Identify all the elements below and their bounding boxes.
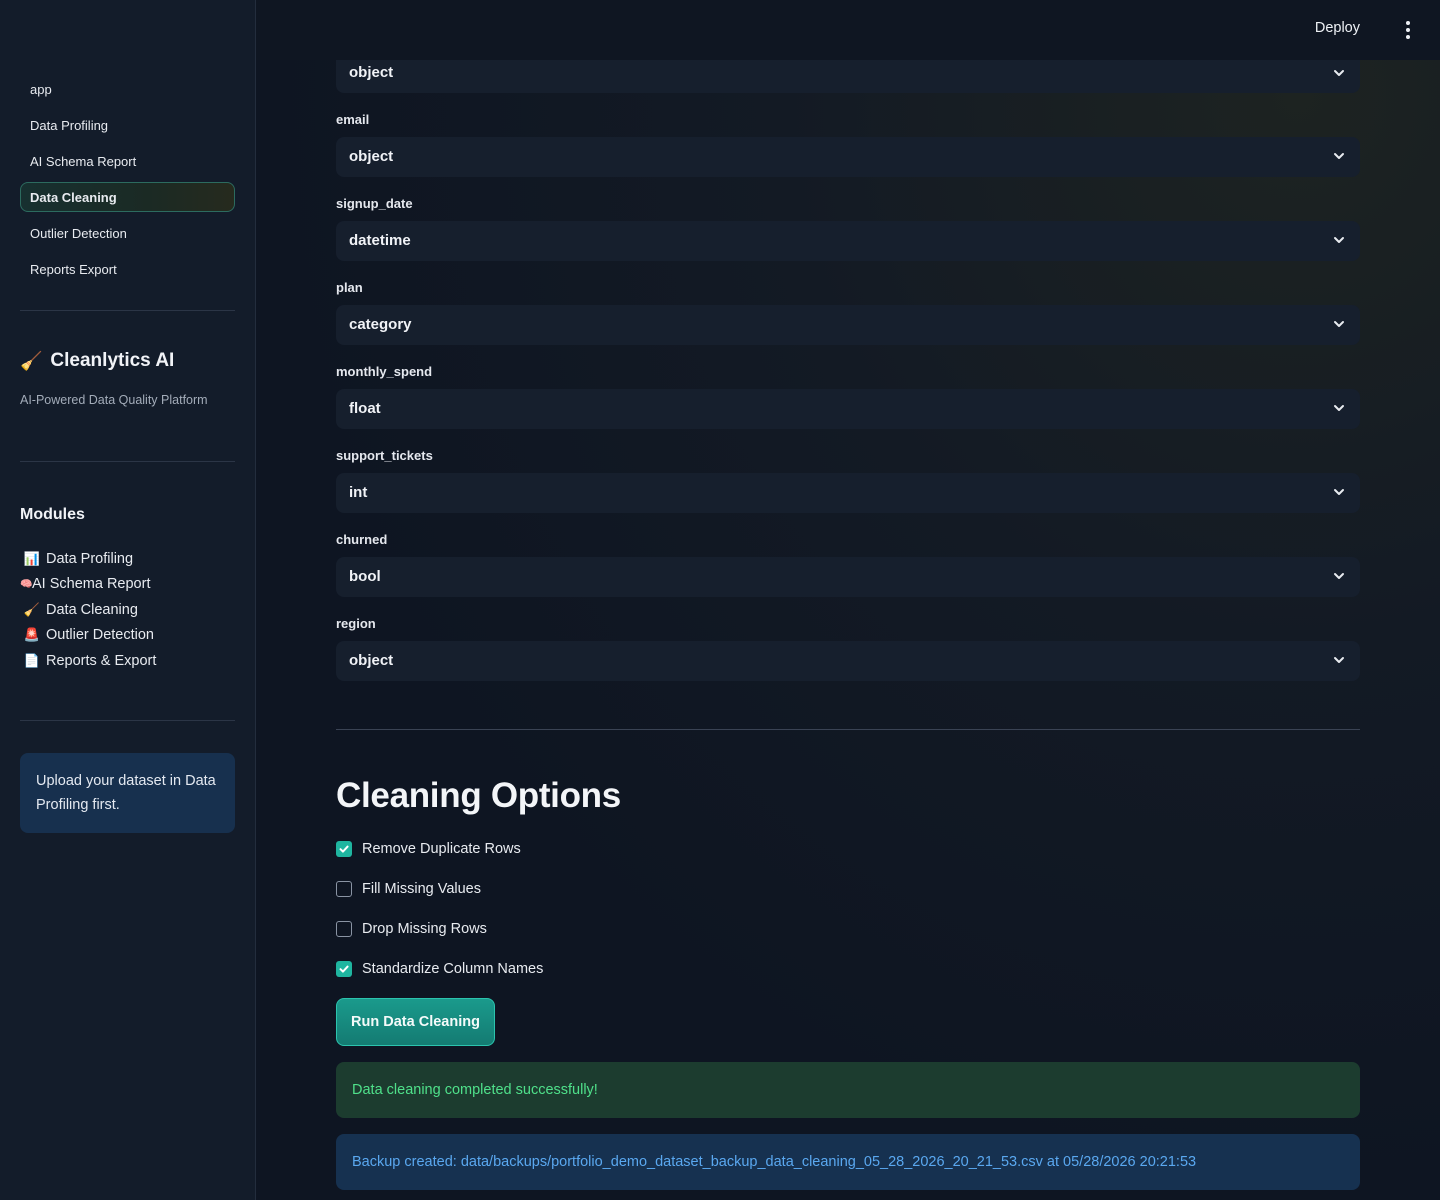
upload-info-box: Upload your dataset in Data Profiling fi…: [20, 753, 235, 833]
chevron-down-icon: [1332, 569, 1346, 583]
success-alert: Data cleaning completed successfully!: [336, 1062, 1360, 1118]
chevron-down-icon: [1332, 66, 1346, 80]
module-label: AI Schema Report: [32, 576, 151, 593]
option-label: Remove Duplicate Rows: [362, 841, 521, 857]
sidebar-item-reports-export[interactable]: Reports Export: [20, 254, 235, 284]
select-signup-date[interactable]: datetime: [336, 221, 1360, 261]
sidebar-divider: [20, 461, 235, 462]
sidebar-item-ai-schema-report[interactable]: AI Schema Report: [20, 146, 235, 176]
module-label: Reports & Export: [46, 652, 157, 669]
option-fill-missing[interactable]: Fill Missing Values: [336, 881, 481, 897]
select-value: int: [349, 484, 368, 501]
option-remove-duplicates[interactable]: Remove Duplicate Rows: [336, 841, 521, 857]
option-label: Drop Missing Rows: [362, 921, 487, 937]
sidebar: app Data Profiling AI Schema Report Data…: [0, 0, 256, 1200]
field-label-monthly-spend: monthly_spend: [336, 364, 433, 379]
kebab-menu-icon[interactable]: [1400, 20, 1416, 40]
checkbox-unchecked[interactable]: [336, 921, 352, 937]
checkbox-checked[interactable]: [336, 961, 352, 977]
chevron-down-icon: [1332, 485, 1346, 499]
brand: 🧹 Cleanlytics AI: [20, 350, 174, 372]
select-value: bool: [349, 568, 381, 585]
select-value: object: [349, 64, 394, 81]
module-item-data-cleaning: 🧹 Data Cleaning: [20, 597, 156, 623]
checkbox-unchecked[interactable]: [336, 881, 352, 897]
select-value: category: [349, 316, 412, 333]
run-data-cleaning-button[interactable]: Run Data Cleaning: [336, 998, 495, 1046]
field-label-region: region: [336, 616, 376, 631]
module-item-outlier-detection: 🚨 Outlier Detection: [20, 623, 156, 649]
select-value: object: [349, 148, 394, 165]
select-churned[interactable]: bool: [336, 557, 1360, 597]
chevron-down-icon: [1332, 233, 1346, 247]
main-content: object email object signup_date datetime: [256, 0, 1440, 1200]
sidebar-item-outlier-detection[interactable]: Outlier Detection: [20, 218, 235, 248]
brain-icon: 🧠: [20, 578, 33, 590]
chevron-down-icon: [1332, 317, 1346, 331]
brand-tagline: AI-Powered Data Quality Platform: [20, 393, 208, 407]
sidebar-item-data-profiling[interactable]: Data Profiling: [20, 110, 235, 140]
option-label: Standardize Column Names: [362, 961, 544, 977]
select-support-tickets[interactable]: int: [336, 473, 1360, 513]
siren-icon: 🚨: [23, 627, 41, 643]
deploy-button[interactable]: Deploy: [1315, 20, 1360, 36]
field-label-email: email: [336, 112, 370, 127]
field-label-support-tickets: support_tickets: [336, 448, 433, 463]
bar-chart-icon: 📊: [23, 550, 41, 566]
module-item-data-profiling: 📊 Data Profiling: [20, 546, 156, 572]
top-header: Deploy: [256, 0, 1440, 60]
option-standardize-names[interactable]: Standardize Column Names: [336, 961, 543, 977]
brand-name: Cleanlytics AI: [50, 350, 175, 371]
option-label: Fill Missing Values: [362, 881, 481, 897]
sidebar-divider: [20, 310, 235, 311]
field-label-plan: plan: [336, 280, 363, 295]
sidebar-divider: [20, 720, 235, 721]
module-item-ai-schema-report: 🧠 AI Schema Report: [20, 572, 156, 598]
select-email[interactable]: object: [336, 137, 1360, 177]
sidebar-nav: app Data Profiling AI Schema Report Data…: [20, 74, 235, 290]
broom-icon: 🧹: [23, 601, 41, 617]
module-label: Data Cleaning: [46, 601, 138, 618]
broom-icon: 🧹: [20, 350, 43, 371]
app-root: app Data Profiling AI Schema Report Data…: [0, 0, 1440, 1200]
sidebar-item-app[interactable]: app: [20, 74, 235, 104]
sidebar-item-data-cleaning[interactable]: Data Cleaning: [20, 182, 235, 212]
section-divider: [336, 729, 1360, 730]
field-label-churned: churned: [336, 532, 388, 547]
select-value: datetime: [349, 232, 411, 249]
select-value: float: [349, 400, 381, 417]
checkbox-checked[interactable]: [336, 841, 352, 857]
chevron-down-icon: [1332, 149, 1346, 163]
modules-title: Modules: [20, 506, 85, 523]
select-plan[interactable]: category: [336, 305, 1360, 345]
field-label-signup-date: signup_date: [336, 196, 413, 211]
select-monthly-spend[interactable]: float: [336, 389, 1360, 429]
chevron-down-icon: [1332, 401, 1346, 415]
backup-info-alert: Backup created: data/backups/portfolio_d…: [336, 1134, 1360, 1190]
select-region[interactable]: object: [336, 641, 1360, 681]
module-label: Data Profiling: [46, 550, 134, 567]
select-value: object: [349, 652, 394, 669]
option-drop-missing[interactable]: Drop Missing Rows: [336, 921, 487, 937]
success-message: Data cleaning completed successfully!: [352, 1082, 598, 1098]
module-label: Outlier Detection: [46, 627, 154, 644]
module-item-reports-export: 📄 Reports & Export: [20, 648, 157, 674]
backup-message: Backup created: data/backups/portfolio_d…: [352, 1154, 1197, 1170]
cleaning-options-title: Cleaning Options: [336, 776, 621, 815]
chevron-down-icon: [1332, 653, 1346, 667]
modules-list: 📊 Data Profiling 🧠 AI Schema Report 🧹 Da…: [20, 546, 156, 674]
document-icon: 📄: [23, 652, 41, 668]
